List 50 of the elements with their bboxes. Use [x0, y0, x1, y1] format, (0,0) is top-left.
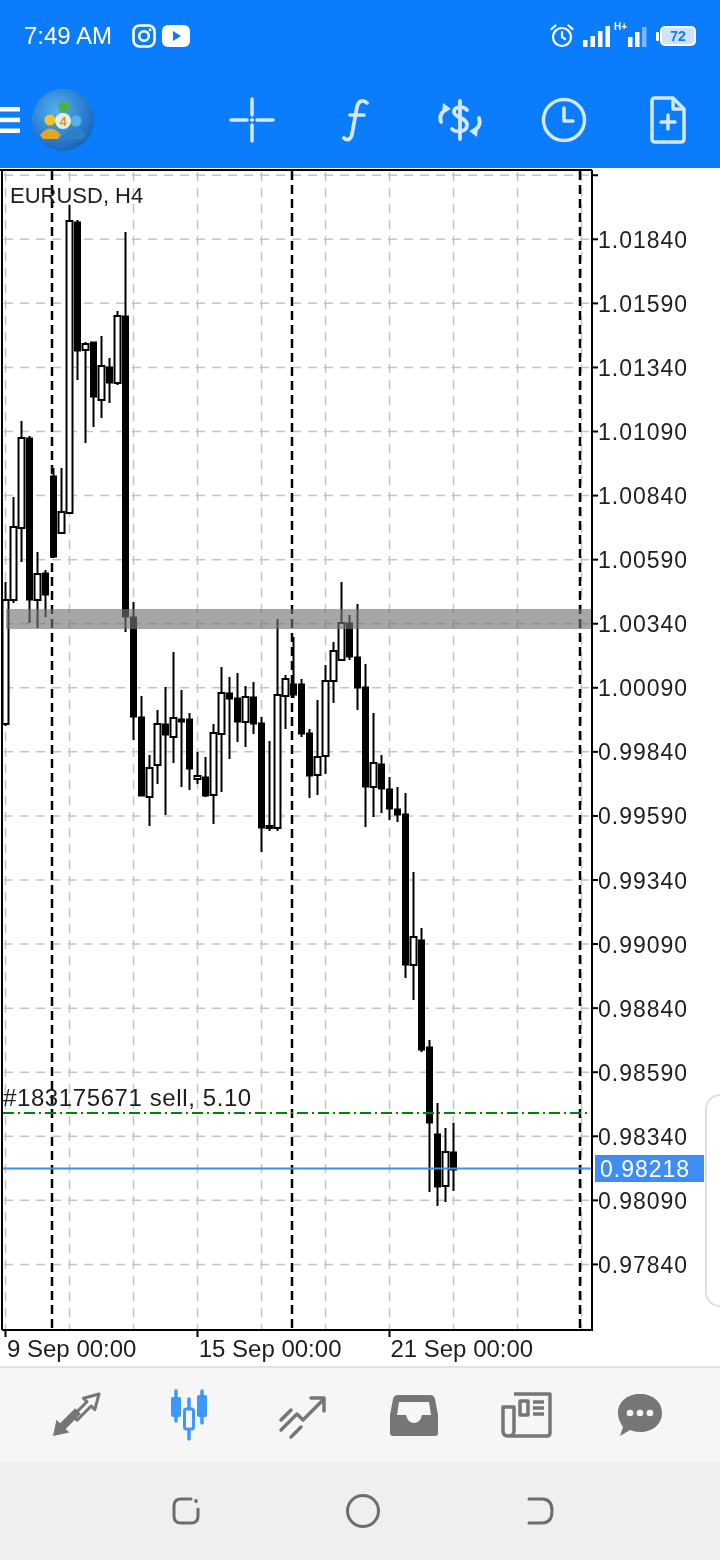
bullish-candle — [193, 751, 202, 785]
price-tick-label: 1.01090 — [598, 419, 689, 445]
edge-panel-handle[interactable] — [705, 1094, 720, 1307]
price-tick-label: 1.00340 — [598, 611, 689, 638]
signal-icon — [582, 25, 611, 47]
price-tick-label: 0.99590 — [598, 803, 689, 830]
camera-icon — [132, 24, 157, 48]
clock-icon[interactable] — [541, 97, 587, 143]
price-tick-label: 0.99840 — [598, 739, 689, 766]
bearish-candle — [106, 357, 113, 404]
inbox-tray-icon[interactable] — [389, 1393, 440, 1437]
bullish-candle — [241, 685, 250, 748]
newspaper-icon[interactable] — [501, 1391, 553, 1439]
crosshair-icon[interactable] — [229, 97, 275, 143]
play-icon — [162, 25, 191, 47]
time-tick-label: 9 Sep 00:00 — [7, 1335, 137, 1362]
signal-icon — [628, 25, 647, 47]
price-tick-label: 1.00590 — [598, 547, 689, 574]
price-tick-label: 0.98590 — [598, 1059, 689, 1086]
price-tick-label: 0.98340 — [598, 1123, 689, 1150]
candlestick-icon[interactable] — [169, 1389, 209, 1441]
price-tick-label: 0.99340 — [598, 867, 689, 894]
price-tick-label: 0.97840 — [598, 1251, 689, 1278]
time-tick-label: 15 Sep 00:00 — [198, 1335, 342, 1362]
current-price-label: 0.98218 — [595, 1155, 704, 1182]
price-tick-label: 1.00090 — [598, 675, 689, 702]
app-logo: 4 — [31, 88, 95, 152]
bearish-candle — [202, 756, 209, 798]
status-time: 7:49 AM — [24, 22, 113, 50]
bearish-candle — [42, 569, 49, 618]
time-tick-label: 21 Sep 00:00 — [390, 1335, 534, 1362]
symbol-label: EURUSD, H4 — [10, 183, 144, 208]
function-icon[interactable] — [342, 97, 370, 143]
diagonal-arrows-icon[interactable] — [50, 1391, 103, 1439]
add-file-icon[interactable] — [650, 96, 686, 144]
chat-bubble-icon[interactable] — [615, 1392, 664, 1438]
order-label: #183175671 sell, 5.10 — [3, 1084, 252, 1111]
battery-indicator: 72 — [656, 26, 696, 46]
bearish-candle — [450, 1122, 457, 1192]
network-type-label: H+ — [613, 22, 627, 32]
price-tick-label: 0.98840 — [598, 995, 689, 1022]
price-tick-label: 1.01840 — [598, 226, 689, 253]
price-tick-label: 0.99090 — [598, 931, 689, 958]
alarm-icon — [548, 23, 575, 49]
price-tick-label: 1.01340 — [598, 354, 689, 381]
price-tick-label: 1.01590 — [598, 290, 689, 317]
price-tick-label: 1.00840 — [598, 483, 689, 510]
home-button[interactable] — [344, 1493, 381, 1529]
price-tick-label: 0.98090 — [598, 1187, 689, 1214]
menu-icon[interactable] — [0, 107, 20, 133]
